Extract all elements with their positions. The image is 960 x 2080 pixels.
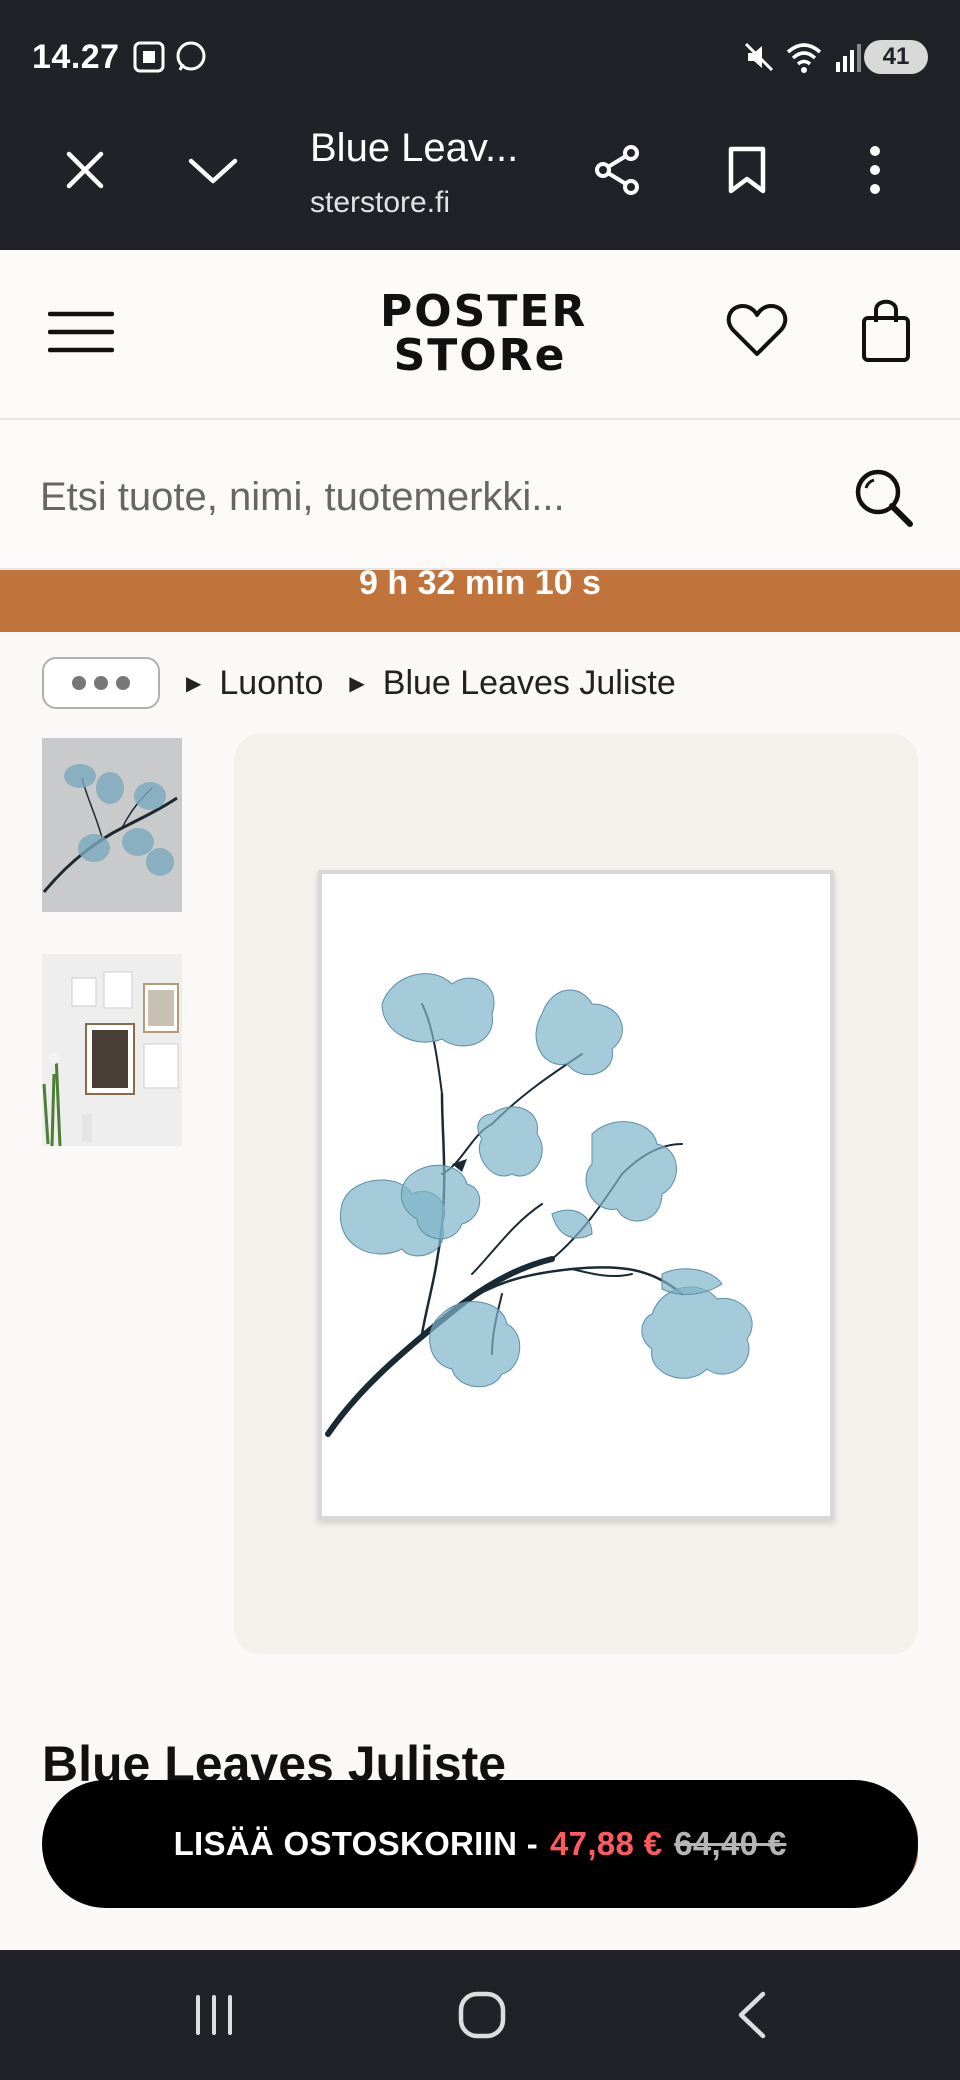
share-icon (595, 145, 639, 195)
signal-icon (836, 44, 861, 72)
add-to-cart-label: LISÄÄ OSTOSKORIIN - (173, 1825, 539, 1862)
sale-countdown-banner[interactable]: 9 h 32 min 10 s (0, 570, 960, 632)
product-image-container[interactable] (234, 734, 918, 1654)
recent-apps-icon (196, 1995, 232, 2035)
breadcrumb-current: Blue Leaves Juliste (382, 663, 676, 702)
browser-chrome: 14.27 41 Blue Leav... sterstore.fi (0, 0, 960, 250)
back-chevron-icon (738, 1991, 766, 2039)
search-icon (855, 469, 913, 527)
breadcrumb-link-category[interactable]: Luonto (219, 664, 323, 703)
wifi-icon (786, 43, 822, 73)
blue-leaves-poster-image (322, 874, 830, 1516)
leaf-poster-thumbnail-image (42, 738, 182, 912)
caret-right-icon: ▶ (186, 672, 202, 695)
search-input[interactable] (40, 462, 820, 532)
framed-poster (318, 870, 834, 1520)
thumbnail-interior[interactable] (42, 954, 182, 1146)
site-header: POSTER STORe (0, 250, 960, 420)
recent-apps-button[interactable] (174, 1980, 254, 2050)
original-price: 64,40 € (674, 1825, 787, 1862)
heart-icon (726, 304, 788, 356)
bookmark-button[interactable] (717, 140, 777, 200)
logo-line-1: POSTER (380, 286, 588, 337)
cart-button[interactable] (860, 296, 912, 364)
bookmark-icon (728, 146, 766, 194)
more-options-button[interactable] (845, 140, 905, 200)
search-bar (0, 422, 960, 570)
chevron-down-icon (188, 158, 238, 184)
thumbnail-product[interactable] (42, 738, 182, 912)
sale-price: 47,88 € (550, 1825, 663, 1862)
system-navigation-bar (0, 1950, 960, 2080)
breadcrumb: ▶ Luonto ▶ Blue Leaves Juliste (42, 656, 676, 710)
interior-thumbnail-image (42, 954, 182, 1146)
breadcrumb-expand-button[interactable] (42, 657, 160, 709)
logo-line-2: STORe (393, 330, 567, 381)
add-to-cart-button[interactable]: LISÄÄ OSTOSKORIIN - 47,88 € 64,40 € (42, 1780, 918, 1908)
whatsapp-icon (176, 41, 206, 71)
battery-indicator: 41 (864, 40, 928, 74)
more-vertical-icon (870, 146, 880, 194)
status-time: 14.27 (32, 38, 120, 76)
share-button[interactable] (588, 140, 648, 200)
shopping-bag-icon (862, 299, 910, 362)
home-icon (458, 1991, 506, 2039)
countdown-text: 9 h 32 min 10 s (359, 570, 601, 602)
dot-icon (116, 676, 130, 690)
hamburger-menu-icon (47, 311, 115, 353)
mute-icon (744, 42, 774, 72)
collapse-button[interactable] (183, 140, 243, 200)
search-button[interactable] (852, 466, 916, 530)
close-tab-button[interactable] (55, 140, 115, 200)
back-button[interactable] (712, 1980, 792, 2050)
dot-icon (94, 676, 108, 690)
poster-store-logo[interactable]: POSTER STORe (380, 286, 588, 381)
dot-icon (72, 676, 86, 690)
caret-right-icon: ▶ (349, 672, 365, 695)
wishlist-button[interactable] (726, 302, 788, 360)
home-button[interactable] (442, 1980, 522, 2050)
close-icon (66, 151, 104, 189)
menu-button[interactable] (47, 308, 115, 356)
screenshot-icon (133, 41, 165, 73)
tab-title[interactable]: Blue Leav... (310, 126, 518, 171)
tab-url[interactable]: sterstore.fi (310, 186, 490, 220)
